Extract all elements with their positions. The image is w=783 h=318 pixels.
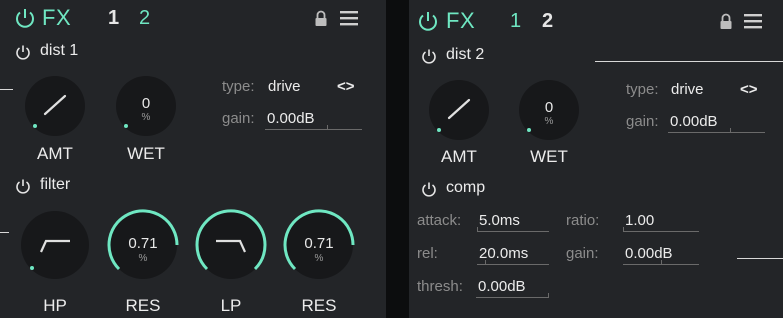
- res-1-unit: %: [139, 253, 148, 264]
- wet-unit: %: [545, 116, 554, 127]
- fx-title: FX: [446, 8, 476, 33]
- dist-title: dist 1: [40, 42, 79, 59]
- wet-knob[interactable]: 0 %: [516, 77, 582, 143]
- res-2-label: RES: [301, 296, 337, 315]
- hp-label: HP: [43, 296, 67, 315]
- gain-value[interactable]: 0.00dB: [670, 113, 718, 130]
- lock-icon[interactable]: [719, 13, 733, 30]
- amt-label: AMT: [37, 144, 73, 163]
- wet-label: WET: [127, 144, 165, 163]
- wet-unit: %: [142, 112, 151, 123]
- type-label: type:: [222, 78, 255, 95]
- comp-gain-value[interactable]: 0.00dB: [625, 245, 673, 262]
- lp-label: LP: [220, 296, 242, 315]
- tab-2[interactable]: 2: [542, 10, 553, 33]
- menu-icon[interactable]: [744, 13, 762, 29]
- gain-slider[interactable]: [265, 125, 362, 130]
- res-1-value: 0.71: [128, 235, 157, 252]
- connector-line: [595, 61, 783, 62]
- comp-gain-slider[interactable]: [623, 260, 699, 265]
- amt-knob[interactable]: [426, 77, 492, 143]
- gain-slider[interactable]: [668, 128, 765, 133]
- dist-power-icon[interactable]: [421, 48, 437, 64]
- gain-label: gain:: [626, 113, 659, 130]
- res-1-label: RES: [125, 296, 161, 315]
- tab-1[interactable]: 1: [108, 7, 119, 30]
- fx-title: FX: [42, 5, 72, 30]
- thresh-value[interactable]: 0.00dB: [478, 278, 526, 295]
- gain-label: gain:: [222, 110, 255, 127]
- thresh-label: thresh:: [417, 278, 463, 295]
- connector-line: [737, 258, 783, 259]
- power-icon[interactable]: [14, 7, 36, 29]
- connector-line: [0, 232, 9, 233]
- comp-gain-label: gain:: [566, 245, 599, 262]
- dist-power-icon[interactable]: [15, 44, 31, 60]
- rel-label: rel:: [417, 245, 438, 262]
- amt-label: AMT: [441, 147, 477, 166]
- comp-power-icon[interactable]: [421, 181, 437, 197]
- ratio-label: ratio:: [566, 212, 600, 229]
- wet-knob[interactable]: 0 %: [113, 73, 179, 139]
- res-knob-1[interactable]: 0.71 %: [105, 207, 181, 283]
- tab-1[interactable]: 1: [510, 10, 521, 33]
- ratio-slider[interactable]: [623, 227, 699, 232]
- type-label: type:: [626, 81, 659, 98]
- res-2-unit: %: [315, 253, 324, 264]
- filter-title: filter: [40, 176, 71, 193]
- attack-slider[interactable]: [477, 227, 549, 232]
- attack-value[interactable]: 5.0ms: [479, 212, 520, 229]
- gain-value[interactable]: 0.00dB: [267, 110, 315, 127]
- wet-value: 0: [142, 95, 150, 112]
- power-icon[interactable]: [417, 10, 439, 32]
- lock-icon[interactable]: [314, 10, 328, 27]
- tab-2[interactable]: 2: [139, 7, 150, 30]
- type-cycle-button[interactable]: <>: [337, 78, 355, 95]
- type-cycle-button[interactable]: <>: [740, 81, 758, 98]
- amt-knob[interactable]: [22, 73, 88, 139]
- fx-panel-right: FX 1 2 dist 2 AMT 0 % WET type: drive <>…: [409, 0, 783, 318]
- lp-knob[interactable]: [193, 207, 269, 283]
- attack-label: attack:: [417, 212, 462, 229]
- rel-value[interactable]: 20.0ms: [479, 245, 528, 262]
- menu-icon[interactable]: [340, 10, 358, 26]
- res-2-value: 0.71: [304, 235, 333, 252]
- thresh-slider[interactable]: [476, 293, 549, 298]
- fx-panel-left: FX 1 2 dist 1 AMT 0 % WET type: drive <>…: [0, 0, 386, 318]
- ratio-value[interactable]: 1.00: [625, 212, 654, 229]
- filter-power-icon[interactable]: [15, 178, 31, 194]
- res-knob-2[interactable]: 0.71 %: [281, 207, 357, 283]
- type-value[interactable]: drive: [671, 81, 704, 98]
- comp-title: comp: [446, 179, 486, 196]
- hp-knob[interactable]: [17, 207, 93, 283]
- dist-title: dist 2: [446, 46, 485, 63]
- rel-slider[interactable]: [477, 260, 549, 265]
- connector-line: [0, 89, 13, 90]
- wet-value: 0: [545, 99, 553, 116]
- type-value[interactable]: drive: [268, 78, 301, 95]
- wet-label: WET: [530, 147, 568, 166]
